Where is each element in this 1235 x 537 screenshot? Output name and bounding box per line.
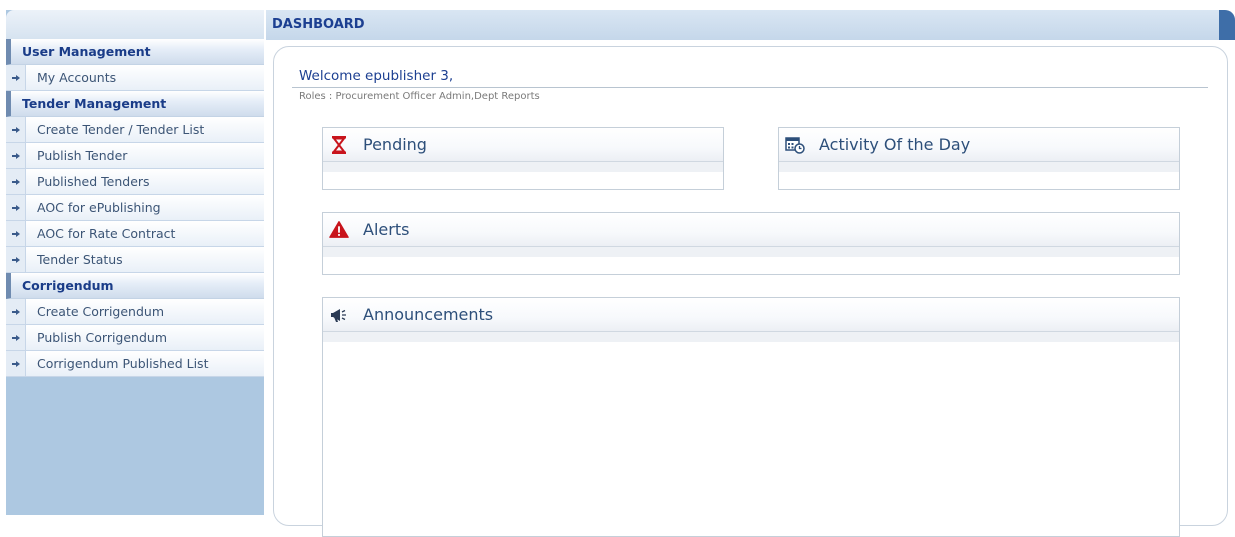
widget-header: Pending [323,128,723,162]
arrow-right-icon [6,221,26,246]
widget-body [779,162,1179,172]
section-title: Tender Management [22,96,167,111]
header-corner-decoration [1219,10,1235,40]
widget-body [323,332,1179,342]
warning-icon [329,220,349,240]
page-title: DASHBOARD [272,17,365,32]
welcome-text: Welcome epublisher 3, [299,68,454,84]
nav-item-label: Create Corrigendum [37,304,164,319]
nav-item-aoc-rate-contract[interactable]: AOC for Rate Contract [6,221,264,247]
sidebar-top-cap [6,10,264,39]
arrow-right-icon [6,169,26,194]
widget-title: Pending [363,135,427,154]
widget-body [323,247,1179,257]
section-title: Corrigendum [22,278,114,293]
nav-item-label: AOC for Rate Contract [37,226,176,241]
arrow-right-icon [6,247,26,272]
nav-item-published-tenders[interactable]: Published Tenders [6,169,264,195]
widget-header: Activity Of the Day [779,128,1179,162]
hourglass-icon [329,135,349,155]
widget-header: Alerts [323,213,1179,247]
arrow-right-icon [6,143,26,168]
pending-widget: Pending [322,127,724,190]
activity-widget: Activity Of the Day [778,127,1180,190]
nav-item-label: Create Tender / Tender List [37,122,205,137]
nav-item-label: My Accounts [37,70,117,85]
section-title: User Management [22,44,151,59]
nav-item-label: AOC for ePublishing [37,200,161,215]
widget-body [323,162,723,172]
nav-item-aoc-epublishing[interactable]: AOC for ePublishing [6,195,264,221]
header-bar: DASHBOARD [266,10,1235,40]
dashboard-panel: Welcome epublisher 3, Roles : Procuremen… [273,46,1228,537]
nav-item-my-accounts[interactable]: My Accounts [6,65,264,91]
arrow-right-icon [6,195,26,220]
arrow-right-icon [6,117,26,142]
nav-item-publish-corrigendum[interactable]: Publish Corrigendum [6,325,264,351]
nav-item-label: Corrigendum Published List [37,356,209,371]
calendar-clock-icon [785,135,805,155]
section-tender-management: Tender Management [6,91,264,117]
section-user-management: User Management [6,39,264,65]
divider [292,87,1208,88]
arrow-right-icon [6,299,26,324]
arrow-right-icon [6,325,26,350]
announcements-widget: Announcements [322,297,1180,537]
widget-header: Announcements [323,298,1179,332]
sidebar: User Management My Accounts Tender Manag… [6,10,264,515]
section-corrigendum: Corrigendum [6,273,264,299]
megaphone-icon [329,305,349,325]
widget-title: Alerts [363,220,410,239]
nav-item-label: Published Tenders [37,174,150,189]
nav-item-create-tender[interactable]: Create Tender / Tender List [6,117,264,143]
roles-text: Roles : Procurement Officer Admin,Dept R… [299,91,540,102]
arrow-right-icon [6,351,26,376]
nav-item-tender-status[interactable]: Tender Status [6,247,264,273]
widget-title: Activity Of the Day [819,135,971,154]
nav-item-corrigendum-published-list[interactable]: Corrigendum Published List [6,351,264,377]
nav-item-label: Tender Status [37,252,123,267]
nav-item-create-corrigendum[interactable]: Create Corrigendum [6,299,264,325]
widget-title: Announcements [363,305,494,324]
nav-item-publish-tender[interactable]: Publish Tender [6,143,264,169]
nav-item-label: Publish Tender [37,148,128,163]
alerts-widget: Alerts [322,212,1180,275]
arrow-right-icon [6,65,26,90]
nav-item-label: Publish Corrigendum [37,330,168,345]
